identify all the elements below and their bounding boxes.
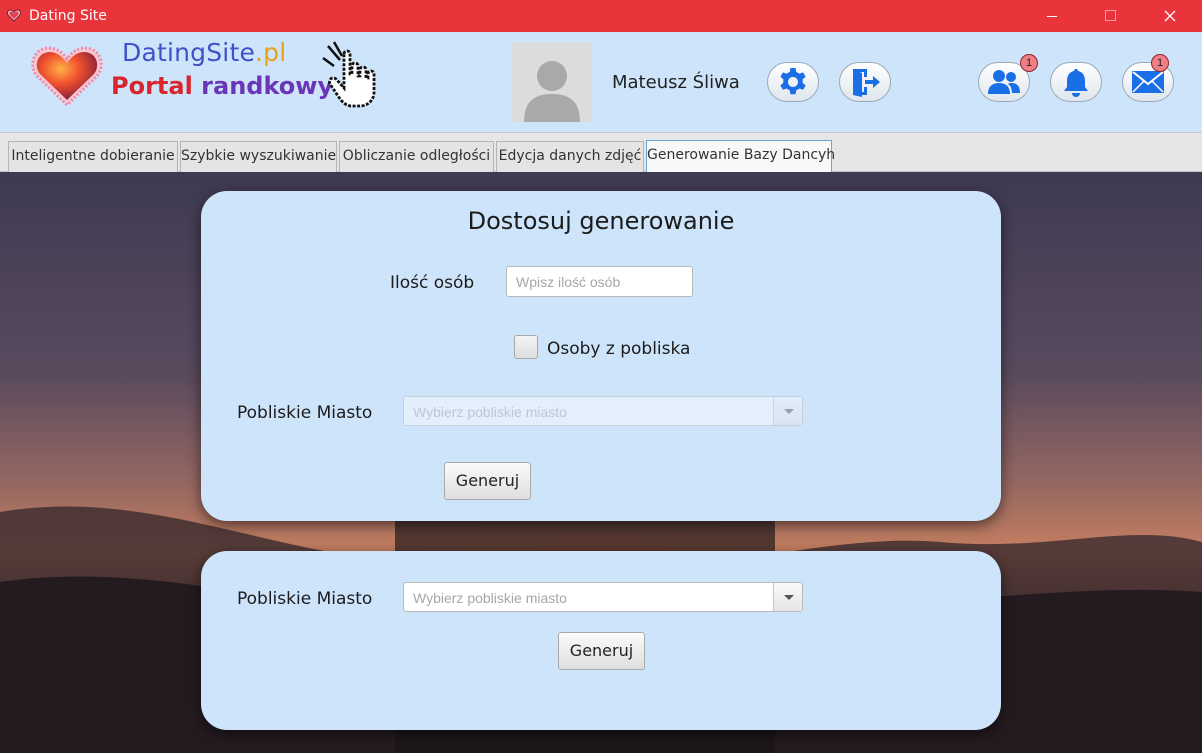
count-input[interactable]	[506, 266, 693, 297]
city-generation-card: Pobliskie Miasto Wybierz pobliskie miast…	[201, 551, 1001, 730]
app-header: DatingSite.pl Portal randkowy Mateusz Śl…	[0, 32, 1202, 132]
logout-icon	[853, 69, 880, 97]
close-button[interactable]	[1147, 0, 1193, 32]
heart-icon	[7, 9, 21, 22]
user-silhouette-icon	[524, 61, 580, 122]
bell-icon	[1064, 69, 1088, 97]
chevron-down-icon	[773, 397, 802, 425]
logo-tagline-part1: Portal	[111, 72, 202, 100]
logo-tagline: Portal randkowy	[111, 72, 333, 100]
generate-button[interactable]: Generuj	[558, 632, 645, 670]
nearby-checkbox-label: Osoby z pobliska	[547, 339, 691, 359]
maximize-icon	[1105, 10, 1116, 21]
generator-settings-card: Dostosuj generowanie Ilość osób Osoby z …	[201, 191, 1001, 521]
users-icon	[988, 70, 1020, 94]
minimize-icon	[1047, 16, 1057, 17]
city-select-placeholder: Wybierz pobliskie miasto	[413, 404, 567, 420]
title-bar: Dating Site	[0, 0, 1202, 32]
tab-szybkie-wyszukiwanie[interactable]: Szybkie wyszukiwanie	[180, 141, 337, 172]
logo-name: DatingSite.pl	[122, 38, 286, 67]
tab-inteligentne-dobieranie[interactable]: Inteligentne dobieranie	[8, 141, 178, 172]
friends-badge: 1	[1020, 54, 1038, 72]
avatar[interactable]	[512, 42, 592, 122]
window-title: Dating Site	[29, 8, 107, 24]
city-label: Pobliskie Miasto	[237, 403, 373, 423]
count-label: Ilość osób	[390, 273, 475, 293]
tab-generowanie-bazy[interactable]: Generowanie Bazy Dancyh	[646, 140, 835, 173]
card-title: Dostosuj generowanie	[467, 207, 735, 235]
logo-heart-icon	[31, 46, 103, 108]
mail-icon	[1132, 71, 1164, 93]
tab-bar: Inteligentne dobieranie Szybkie wyszukiw…	[0, 132, 1202, 173]
logout-button[interactable]	[839, 62, 891, 102]
city-label: Pobliskie Miasto	[237, 589, 373, 609]
close-icon	[1164, 10, 1176, 22]
generate-button[interactable]: Generuj	[444, 462, 531, 500]
logo-tagline-part2: randkowy	[201, 72, 334, 100]
user-name: Mateusz Śliwa	[612, 72, 740, 93]
city-select: Wybierz pobliskie miasto	[403, 396, 803, 426]
chevron-down-icon[interactable]	[773, 583, 802, 611]
maximize-button[interactable]	[1087, 0, 1133, 32]
city-select-placeholder: Wybierz pobliskie miasto	[413, 590, 567, 606]
logo-name-main: DatingSite	[122, 38, 256, 67]
settings-button[interactable]	[767, 62, 819, 102]
minimize-button[interactable]	[1029, 0, 1075, 32]
messages-badge: 1	[1151, 54, 1169, 72]
logo-name-suffix: .pl	[255, 38, 287, 67]
pointing-hand-icon	[322, 41, 376, 108]
tab-obliczanie-odleglosci[interactable]: Obliczanie odległości	[339, 141, 494, 172]
notifications-button[interactable]	[1050, 62, 1102, 102]
gear-icon	[780, 68, 806, 95]
nearby-checkbox[interactable]	[514, 335, 538, 359]
tab-edycja-danych-zdjec[interactable]: Edycja danych zdjęć	[496, 141, 644, 172]
city-select[interactable]: Wybierz pobliskie miasto	[403, 582, 803, 612]
